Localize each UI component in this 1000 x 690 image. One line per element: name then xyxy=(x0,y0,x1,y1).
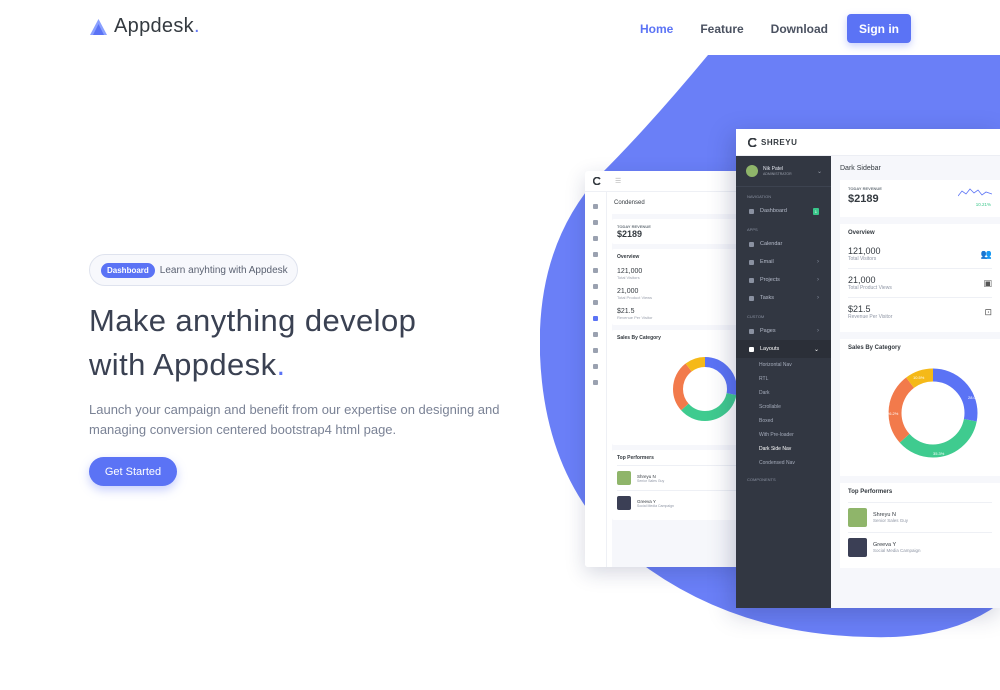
top-performers-card: Top Performers Shreyu N Senior Sales Guy … xyxy=(840,483,1000,568)
dark-sidebar-dashboard-mockup: SHREYU Nik Patel ADMINISTRATOR ⌄ NAVIGAT… xyxy=(736,129,1000,608)
condensed-sidebar xyxy=(585,192,607,567)
hero-title: Make anything develop with Appdesk. xyxy=(89,299,529,387)
top-performers-card: Top Performers Shreyu N Senior Sales Guy … xyxy=(612,450,745,520)
mockup-page-title: Dark Sidebar xyxy=(840,165,881,172)
condensed-page-title: Condensed xyxy=(607,192,745,214)
top-navbar: Appdesk. Home Feature Download Sign in xyxy=(0,0,1000,56)
revenue-card: TODAY REVENUE $2189 10.21% xyxy=(840,180,1000,217)
sidebar-item-layouts: Layouts ⌄ xyxy=(736,340,831,358)
sidebar-item-pages: Pages › xyxy=(736,322,831,340)
nav-link-home[interactable]: Home xyxy=(640,22,673,36)
overview-card: Overview 121,000 Total Visitors 👥 21,000 To… xyxy=(840,224,1000,332)
hero-title-line-2: with Appdesk xyxy=(89,347,277,382)
brand-mark-icon xyxy=(593,177,601,185)
revenue-card: TODAY REVENUE $2189 xyxy=(612,219,745,244)
nav-link-download[interactable]: Download xyxy=(771,22,828,36)
list-item: Shreyu N Senior Sales Guy xyxy=(848,502,992,532)
announcement-text: Learn anyhting with Appdesk xyxy=(159,264,288,276)
list-item: Greeva Y Social Media Campaign xyxy=(848,532,992,562)
sidebar-item-email: Email › xyxy=(736,253,831,271)
revenue-sparkline xyxy=(958,188,992,197)
brand-name: Appdesk. xyxy=(114,15,200,37)
condensed-dashboard-mockup: ☰ Condensed TODAY REVENUE $2189 Overview… xyxy=(585,171,745,567)
brand-logo[interactable]: Appdesk. xyxy=(89,15,200,38)
logo-triangle-icon xyxy=(90,18,107,35)
svg-text:26.2%: 26.2% xyxy=(887,411,899,416)
sidebar-item-projects: Projects › xyxy=(736,271,831,289)
sidebar-user: Nik Patel ADMINISTRATOR ⌄ xyxy=(736,156,831,187)
hero-announcement-pill[interactable]: Dashboard Learn anyhting with Appdesk xyxy=(89,254,298,286)
dashboard-badge: Dashboard xyxy=(101,262,155,278)
dark-sidebar: Nik Patel ADMINISTRATOR ⌄ NAVIGATION Das… xyxy=(736,156,831,608)
nav-link-feature[interactable]: Feature xyxy=(700,22,743,36)
sales-category-card: Sales By Category xyxy=(612,330,745,445)
mockup-topbar: ☰ xyxy=(585,171,745,192)
nav-links: Home Feature Download Sign in xyxy=(613,14,911,43)
hero-description: Launch your campaign and benefit from ou… xyxy=(89,402,500,437)
avatar xyxy=(746,165,758,177)
hero-title-line-1: Make anything develop xyxy=(89,303,417,338)
svg-text:35.3%: 35.3% xyxy=(933,451,945,456)
sales-donut-chart xyxy=(673,357,737,421)
svg-text:10.5%: 10.5% xyxy=(913,375,925,380)
mockup-header: SHREYU xyxy=(736,129,1000,156)
sales-donut-chart: 28.0% 35.3% 26.2% 10.5% xyxy=(887,368,980,458)
sidebar-item-tasks: Tasks › xyxy=(736,289,831,307)
hero-title-dot: . xyxy=(276,347,286,382)
mockup-main: Dark Sidebar TODAY REVENUE $2189 10.21% … xyxy=(831,156,1000,608)
mockup-brand: SHREYU xyxy=(761,137,798,147)
image-icon: ▣ xyxy=(983,277,992,288)
overview-card: Overview 121,000 Total Visitors 21,000 Tot… xyxy=(612,249,745,325)
users-icon: 👥 xyxy=(980,248,992,259)
sidebar-item-calendar: Calendar xyxy=(736,235,831,253)
chevron-down-icon: ⌄ xyxy=(816,168,822,175)
condensed-content: Condensed TODAY REVENUE $2189 Overview 1… xyxy=(607,192,745,567)
sign-in-button[interactable]: Sign in xyxy=(847,14,911,43)
menu-icon: ☰ xyxy=(615,178,622,185)
landing-page: Appdesk. Home Feature Download Sign in D… xyxy=(0,0,1000,690)
bag-icon: ⊡ xyxy=(984,306,992,317)
sidebar-item-dashboard: Dashboard 1 xyxy=(736,202,831,220)
sales-category-card: Sales By Category 28.0% 35.3% 26.2% 10.5… xyxy=(840,339,1000,476)
svg-text:28.0%: 28.0% xyxy=(968,395,980,400)
brand-mark-icon xyxy=(748,137,757,147)
get-started-button[interactable]: Get Started xyxy=(89,457,177,486)
